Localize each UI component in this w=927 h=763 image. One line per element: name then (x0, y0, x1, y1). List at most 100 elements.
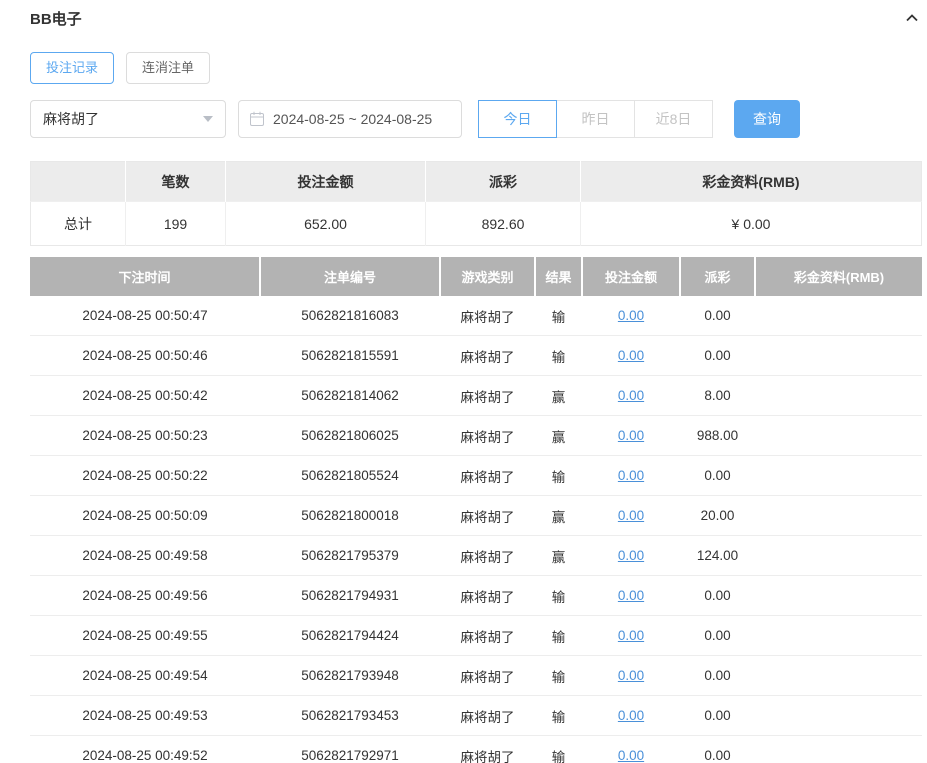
header-payout: 派彩 (680, 257, 755, 296)
cell-game-type: 麻将胡了 (440, 456, 535, 496)
summary-total-count: 199 (126, 202, 226, 246)
cell-bet-amount: 0.00 (582, 376, 680, 416)
cell-result: 输 (535, 456, 582, 496)
table-row: 2024-08-25 00:49:535062821793453麻将胡了输0.0… (30, 696, 922, 736)
cell-game-type: 麻将胡了 (440, 296, 535, 336)
header-game-type: 游戏类别 (440, 257, 535, 296)
cell-order-id: 5062821815591 (260, 336, 440, 376)
today-button[interactable]: 今日 (478, 100, 557, 138)
yesterday-button[interactable]: 昨日 (556, 100, 635, 138)
cell-result: 输 (535, 336, 582, 376)
table-row: 2024-08-25 00:50:425062821814062麻将胡了赢0.0… (30, 376, 922, 416)
bet-amount-link[interactable]: 0.00 (618, 508, 644, 523)
cell-result: 输 (535, 696, 582, 736)
cell-bet-time: 2024-08-25 00:50:46 (30, 336, 260, 376)
cell-bet-time: 2024-08-25 00:49:52 (30, 736, 260, 763)
cell-game-type: 麻将胡了 (440, 336, 535, 376)
cell-game-type: 麻将胡了 (440, 376, 535, 416)
table-row: 2024-08-25 00:49:565062821794931麻将胡了输0.0… (30, 576, 922, 616)
table-header-row: 下注时间 注单编号 游戏类别 结果 投注金额 派彩 彩金资料(RMB) (30, 257, 922, 296)
game-select-value: 麻将胡了 (43, 109, 99, 129)
cell-payout: 0.00 (680, 296, 755, 336)
table-row: 2024-08-25 00:49:545062821793948麻将胡了输0.0… (30, 656, 922, 696)
cell-payout: 0.00 (680, 576, 755, 616)
cell-bet-time: 2024-08-25 00:50:23 (30, 416, 260, 456)
summary-table: 笔数 投注金额 派彩 彩金资料(RMB) 总计 199 652.00 892.6… (30, 161, 922, 246)
tab-cancelled-orders[interactable]: 连消注单 (126, 52, 210, 84)
summary-total-row: 总计 199 652.00 892.60 ¥ 0.00 (31, 202, 922, 246)
bet-amount-link[interactable]: 0.00 (618, 748, 644, 763)
cell-game-type: 麻将胡了 (440, 416, 535, 456)
cell-payout: 0.00 (680, 616, 755, 656)
date-range-input[interactable]: 2024-08-25 ~ 2024-08-25 (238, 100, 462, 138)
table-row: 2024-08-25 00:50:095062821800018麻将胡了赢0.0… (30, 496, 922, 536)
cell-bet-amount: 0.00 (582, 416, 680, 456)
cell-game-type: 麻将胡了 (440, 656, 535, 696)
bet-amount-link[interactable]: 0.00 (618, 588, 644, 603)
game-select[interactable]: 麻将胡了 (30, 100, 226, 138)
bet-amount-link[interactable]: 0.00 (618, 548, 644, 563)
bet-amount-link[interactable]: 0.00 (618, 668, 644, 683)
panel-header: BB电子 (30, 6, 922, 30)
cell-jackpot (755, 736, 922, 763)
cell-bet-time: 2024-08-25 00:49:55 (30, 616, 260, 656)
summary-header-count: 笔数 (126, 162, 226, 202)
tab-bet-records[interactable]: 投注记录 (30, 52, 114, 84)
bet-amount-link[interactable]: 0.00 (618, 428, 644, 443)
bet-amount-link[interactable]: 0.00 (618, 628, 644, 643)
cell-result: 输 (535, 576, 582, 616)
bet-amount-link[interactable]: 0.00 (618, 388, 644, 403)
table-row: 2024-08-25 00:50:475062821816083麻将胡了输0.0… (30, 296, 922, 336)
bet-amount-link[interactable]: 0.00 (618, 348, 644, 363)
cell-payout: 0.00 (680, 336, 755, 376)
search-button[interactable]: 查询 (734, 100, 800, 138)
cell-game-type: 麻将胡了 (440, 536, 535, 576)
cell-payout: 0.00 (680, 456, 755, 496)
cell-bet-amount: 0.00 (582, 336, 680, 376)
cell-bet-amount: 0.00 (582, 496, 680, 536)
bet-records-panel: BB电子 投注记录 连消注单 麻将胡了 2024-08-25 ~ 2024-08… (0, 0, 927, 763)
cell-bet-time: 2024-08-25 00:49:53 (30, 696, 260, 736)
chevron-up-icon[interactable] (902, 8, 922, 28)
cell-jackpot (755, 616, 922, 656)
cell-bet-amount: 0.00 (582, 616, 680, 656)
cell-bet-time: 2024-08-25 00:49:54 (30, 656, 260, 696)
bet-amount-link[interactable]: 0.00 (618, 708, 644, 723)
cell-payout: 0.00 (680, 656, 755, 696)
header-bet-time: 下注时间 (30, 257, 260, 296)
table-row: 2024-08-25 00:50:235062821806025麻将胡了赢0.0… (30, 416, 922, 456)
cell-order-id: 5062821794931 (260, 576, 440, 616)
bet-amount-link[interactable]: 0.00 (618, 468, 644, 483)
cell-game-type: 麻将胡了 (440, 496, 535, 536)
header-jackpot: 彩金资料(RMB) (755, 257, 922, 296)
cell-result: 赢 (535, 416, 582, 456)
chevron-down-icon (203, 116, 213, 122)
cell-game-type: 麻将胡了 (440, 616, 535, 656)
cell-game-type: 麻将胡了 (440, 736, 535, 763)
cell-payout: 988.00 (680, 416, 755, 456)
cell-payout: 0.00 (680, 736, 755, 763)
tab-bar: 投注记录 连消注单 (30, 52, 922, 84)
cell-bet-amount: 0.00 (582, 576, 680, 616)
cell-bet-amount: 0.00 (582, 296, 680, 336)
cell-jackpot (755, 336, 922, 376)
summary-header-payout: 派彩 (426, 162, 581, 202)
cell-result: 输 (535, 296, 582, 336)
table-row: 2024-08-25 00:50:465062821815591麻将胡了输 0.0… (30, 336, 922, 376)
cell-game-type: 麻将胡了 (440, 696, 535, 736)
cell-jackpot (755, 296, 922, 336)
summary-total-label: 总计 (31, 202, 126, 246)
table-row: 2024-08-25 00:49:555062821794424麻将胡了输0.0… (30, 616, 922, 656)
summary-total-jackpot: ¥ 0.00 (581, 202, 922, 246)
cell-jackpot (755, 536, 922, 576)
table-row: 2024-08-25 00:49:525062821792971麻将胡了输0.0… (30, 736, 922, 763)
summary-header-empty (31, 162, 126, 202)
bet-amount-link[interactable]: 0.00 (618, 308, 644, 323)
quick-date-group: 今日 昨日 近8日 (478, 100, 713, 138)
summary-total-payout: 892.60 (426, 202, 581, 246)
cell-result: 赢 (535, 536, 582, 576)
last-8-days-button[interactable]: 近8日 (634, 100, 713, 138)
cell-payout: 20.00 (680, 496, 755, 536)
cell-order-id: 5062821794424 (260, 616, 440, 656)
cell-result: 赢 (535, 496, 582, 536)
